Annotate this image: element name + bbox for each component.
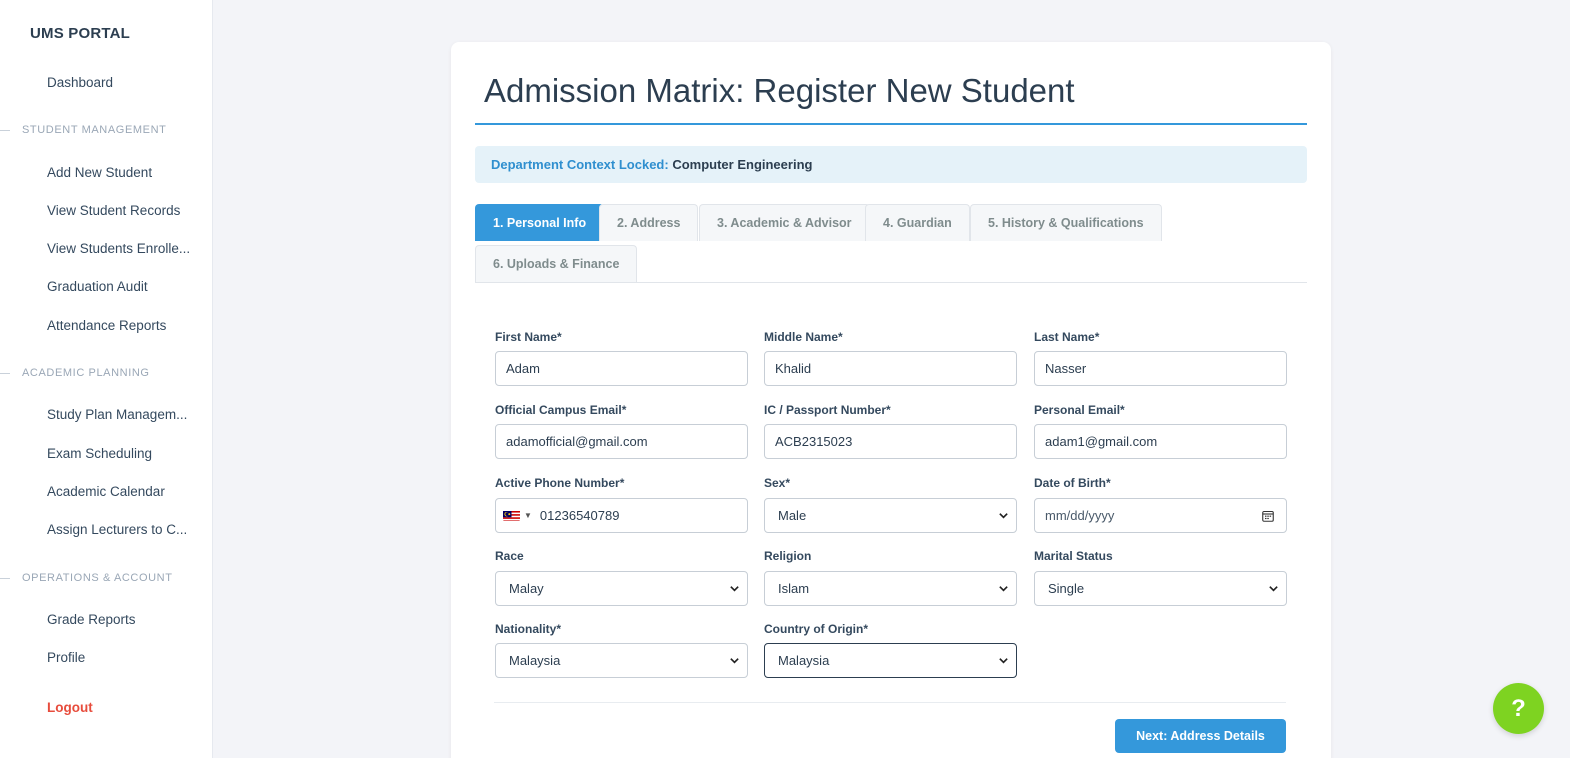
campus-email-input[interactable] <box>495 424 748 459</box>
form-divider <box>494 702 1286 703</box>
country-of-origin-select[interactable]: Malaysia <box>764 643 1017 678</box>
passport-label: IC / Passport Number* <box>764 403 891 417</box>
last-name-input[interactable] <box>1034 351 1287 386</box>
nationality-select-value: Malaysia <box>509 653 561 668</box>
sidebar-item-attendance-reports[interactable]: Attendance Reports <box>47 318 166 333</box>
chevron-down-icon <box>999 658 1008 664</box>
tab-academic-advisor[interactable]: 3. Academic & Advisor <box>699 204 870 241</box>
nationality-select[interactable]: Malaysia <box>495 643 748 678</box>
marital-status-select-value: Single <box>1048 581 1085 596</box>
sidebar-item-dashboard[interactable]: Dashboard <box>47 75 113 90</box>
malaysia-flag-icon[interactable] <box>503 510 520 521</box>
personal-email-label: Personal Email* <box>1034 403 1125 417</box>
first-name-label: First Name* <box>495 330 562 344</box>
personal-email-input[interactable] <box>1034 424 1287 459</box>
race-label: Race <box>495 549 524 563</box>
phone-label: Active Phone Number* <box>495 476 625 490</box>
dob-input[interactable]: mm/dd/yyyy <box>1034 498 1287 533</box>
tab-address[interactable]: 2. Address <box>599 204 699 241</box>
section-label-operations-account: OPERATIONS & ACCOUNT <box>0 572 173 584</box>
phone-number-value: 01236540789 <box>539 508 620 523</box>
tabs-divider <box>475 282 1307 283</box>
passport-input[interactable] <box>764 424 1017 459</box>
religion-select-value: Islam <box>778 581 810 596</box>
alert-label: Department Context Locked: <box>491 157 669 172</box>
sidebar-item-grade-reports[interactable]: Grade Reports <box>47 612 136 627</box>
sidebar-item-study-plan-management[interactable]: Study Plan Managem... <box>47 407 187 422</box>
marital-status-label: Marital Status <box>1034 549 1113 563</box>
sidebar-item-profile[interactable]: Profile <box>47 650 85 665</box>
tab-history-qualifications[interactable]: 5. History & Qualifications <box>970 204 1162 241</box>
sidebar-item-view-student-records[interactable]: View Student Records <box>47 203 180 218</box>
section-label-student-management: STUDENT MANAGEMENT <box>0 124 166 136</box>
middle-name-input[interactable] <box>764 351 1017 386</box>
tab-guardian[interactable]: 4. Guardian <box>865 204 970 241</box>
section-label-academic-planning: ACADEMIC PLANNING <box>0 367 150 379</box>
phone-input[interactable]: ▼ 01236540789 <box>495 498 748 533</box>
race-select-value: Malay <box>509 581 544 596</box>
country-of-origin-select-value: Malaysia <box>778 653 830 668</box>
last-name-label: Last Name* <box>1034 330 1100 344</box>
campus-email-label: Official Campus Email* <box>495 403 627 417</box>
country-of-origin-label: Country of Origin* <box>764 622 868 636</box>
brand-title: UMS PORTAL <box>30 25 131 42</box>
chevron-down-icon <box>999 586 1008 592</box>
middle-name-label: Middle Name* <box>764 330 843 344</box>
question-mark-icon: ? <box>1511 694 1526 722</box>
registration-card: Admission Matrix: Register New Student D… <box>451 42 1331 758</box>
sidebar-item-view-students-enrolled[interactable]: View Students Enrolle... <box>47 241 190 256</box>
department-context-alert: Department Context Locked: Computer Engi… <box>475 146 1307 183</box>
logout-link[interactable]: Logout <box>47 700 93 715</box>
tab-uploads-finance[interactable]: 6. Uploads & Finance <box>475 245 638 282</box>
sidebar-item-assign-lecturers[interactable]: Assign Lecturers to C... <box>47 522 187 537</box>
sex-label: Sex* <box>764 476 791 490</box>
nationality-label: Nationality* <box>495 622 562 636</box>
calendar-icon[interactable] <box>1262 510 1274 522</box>
tab-personal-info[interactable]: 1. Personal Info <box>475 204 605 241</box>
sidebar-item-academic-calendar[interactable]: Academic Calendar <box>47 484 165 499</box>
sidebar-item-graduation-audit[interactable]: Graduation Audit <box>47 279 148 294</box>
chevron-down-icon <box>730 586 739 592</box>
dob-placeholder: mm/dd/yyyy <box>1045 508 1115 523</box>
religion-label: Religion <box>764 549 812 563</box>
sex-select[interactable]: Male <box>764 498 1017 533</box>
sidebar-item-add-new-student[interactable]: Add New Student <box>47 165 152 180</box>
title-divider <box>475 123 1307 125</box>
sex-select-value: Male <box>778 508 807 523</box>
next-address-details-button[interactable]: Next: Address Details <box>1115 719 1286 753</box>
marital-status-select[interactable]: Single <box>1034 571 1287 606</box>
religion-select[interactable]: Islam <box>764 571 1017 606</box>
chevron-down-icon <box>999 513 1008 519</box>
sidebar-item-exam-scheduling[interactable]: Exam Scheduling <box>47 446 152 461</box>
race-select[interactable]: Malay <box>495 571 748 606</box>
first-name-input[interactable] <box>495 351 748 386</box>
alert-value: Computer Engineering <box>672 157 813 172</box>
chevron-down-icon <box>1269 586 1278 592</box>
chevron-down-icon <box>730 658 739 664</box>
country-dropdown-caret-icon[interactable]: ▼ <box>524 511 532 520</box>
help-button[interactable]: ? <box>1493 683 1544 734</box>
dob-label: Date of Birth* <box>1034 476 1111 490</box>
page-title: Admission Matrix: Register New Student <box>484 72 1075 109</box>
sidebar: UMS PORTAL Dashboard STUDENT MANAGEMENT … <box>0 0 213 758</box>
